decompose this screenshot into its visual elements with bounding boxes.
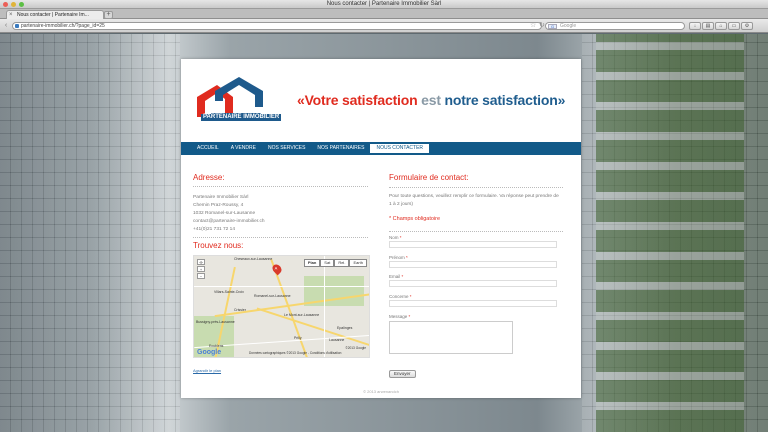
label-message: Message * [389, 314, 411, 319]
slogan-part-1: «Votre satisfaction [297, 92, 418, 108]
divider [193, 237, 368, 238]
tab-active[interactable]: × Nous contacter | Partenaire Im... [6, 10, 104, 19]
map-place-label: Villars-Sainte-Croix [214, 290, 244, 294]
nav-item-nos-partenaires[interactable]: NOS PARTENAIRES [311, 144, 370, 153]
nav-item-nos-services[interactable]: NOS SERVICES [262, 144, 311, 153]
window-title: Nous contacter | Partenaire Immobilier S… [326, 1, 442, 7]
enlarge-map-link[interactable]: Agrandir le plan [193, 368, 221, 373]
search-input[interactable]: G Google [545, 22, 685, 30]
divider [389, 187, 563, 188]
address-line: Chemin Praz-Roussy, 4 [193, 203, 244, 208]
window-titlebar: Nous contacter | Partenaire Immobilier S… [0, 0, 768, 9]
divider [193, 186, 368, 187]
map-copyright: ©2013 Google [345, 346, 366, 350]
nav-item-a-vendre[interactable]: A VENDRE [225, 144, 262, 153]
favicon-icon [15, 24, 19, 28]
window-controls [3, 2, 24, 7]
map-place-label: Bussigny-près-Lausanne [196, 320, 235, 324]
zoom-window-button[interactable] [19, 2, 24, 7]
google-logo[interactable]: Google [197, 349, 221, 356]
minimize-window-button[interactable] [11, 2, 16, 7]
settings-gear-icon[interactable]: ⚙ [741, 22, 753, 30]
map-type-switcher: Plan Sat Rel. Earth [303, 259, 367, 267]
address-line: 1032 Romanel-sur-Lausanne [193, 211, 256, 216]
slogan-part-3: notre satisfaction» [444, 92, 566, 108]
map-type-earth[interactable]: Earth [349, 259, 367, 267]
label-email: Email * [389, 274, 404, 279]
search-engine-icon[interactable]: G [548, 24, 557, 29]
address-line: Partenaire Immobilier Sàrl [193, 195, 249, 200]
zoom-in-icon[interactable]: + [197, 266, 205, 272]
zoom-out-icon[interactable]: − [197, 273, 205, 279]
reload-icon[interactable]: ↻ [539, 22, 545, 29]
map-place-label: Crissier [234, 308, 246, 312]
concerne-input[interactable] [389, 300, 557, 307]
nom-input[interactable] [389, 241, 557, 248]
slogan: «Votre satisfaction est notre satisfacti… [297, 92, 565, 108]
prenom-input[interactable] [389, 261, 557, 268]
address-block: Partenaire Immobilier Sàrl Chemin Praz-R… [193, 194, 265, 234]
map-attribution[interactable]: Données cartographiques ©2013 Google - C… [249, 351, 341, 355]
map-place-label: Le Mont-sur-Lausanne [284, 313, 320, 317]
close-tab-icon[interactable]: × [9, 11, 13, 19]
bookmark-star-icon[interactable]: ☆ [530, 22, 536, 29]
submit-button[interactable]: Envoyer [389, 370, 416, 378]
page-container: PARTENAIRE IMMOBILIER «Votre satisfactio… [181, 59, 581, 398]
nav-item-accueil[interactable]: ACCUEIL [191, 144, 225, 153]
map-type-sat[interactable]: Sat [320, 259, 335, 267]
label-prenom: Prénom * [389, 255, 408, 260]
background-building-left [0, 34, 180, 432]
back-arrow-icon[interactable]: ‹ [2, 22, 10, 30]
map-heading: Trouvez nous: [193, 241, 244, 250]
address-email[interactable]: contact@partenaire-immobilier.ch [193, 218, 265, 226]
close-window-button[interactable] [3, 2, 8, 7]
main-nav: ACCUEIL A VENDRE NOS SERVICES NOS PARTEN… [181, 142, 581, 155]
map-marker-icon[interactable]: A [270, 262, 284, 276]
address-phone: +41(0)21 731 72 14 [193, 227, 236, 232]
background-plants [596, 34, 744, 432]
tab-bar: × Nous contacter | Partenaire Im... + [0, 9, 768, 19]
map-place-label: Lausanne [329, 338, 345, 342]
map-place-label: Epalinges [337, 326, 353, 330]
page-menu-icon[interactable]: ▭ [728, 22, 740, 30]
address-url: partenaire-immobilier.ch/?page_id=25 [21, 23, 105, 29]
toolbar-buttons: ↓ ▤ ⌂ ▭ ⚙ [689, 22, 753, 30]
map-place-label: Romanel-sur-Lausanne [254, 294, 291, 298]
map-type-rel[interactable]: Rel. [334, 259, 350, 267]
logo-text: PARTENAIRE IMMOBILIER [201, 114, 282, 121]
map-place-label: Ecublens [209, 344, 224, 348]
browser-toolbar: ‹ partenaire-immobilier.ch/?page_id=25 ☆… [0, 19, 768, 33]
reader-icon[interactable]: ▤ [702, 22, 714, 30]
tab-label: Nous contacter | Partenaire Im... [17, 12, 89, 18]
map-zoom-controls: ✣ + − [197, 259, 206, 280]
form-intro: Pour toute questions, veuillez remplir c… [389, 194, 559, 207]
address-heading: Adresse: [193, 173, 225, 182]
search-placeholder: Google [560, 23, 577, 29]
email-input[interactable] [389, 280, 557, 287]
message-textarea[interactable] [389, 321, 513, 354]
divider [389, 231, 563, 232]
map-place-label: Cheseaux-sur-Lausanne [234, 257, 273, 261]
form-heading: Formulaire de contact: [389, 173, 469, 182]
nav-item-nous-contacter[interactable]: NOUS CONTACTER [370, 144, 430, 153]
required-note: * Champs obligatoire [389, 216, 441, 222]
google-map[interactable]: ✣ + − Plan Sat Rel. Earth A Cheseaux-sur… [193, 255, 370, 358]
label-concerne: Concerne * [389, 294, 412, 299]
slogan-part-2: est [421, 92, 441, 108]
map-place-label: Prilly [294, 336, 302, 340]
address-bar[interactable]: partenaire-immobilier.ch/?page_id=25 ☆ ↻ [12, 22, 545, 30]
pan-icon[interactable]: ✣ [197, 259, 205, 265]
new-tab-button[interactable]: + [104, 11, 113, 19]
home-icon[interactable]: ⌂ [715, 22, 727, 30]
footer-copyright: © 2013 arwenandch [363, 389, 399, 394]
downloads-icon[interactable]: ↓ [689, 22, 701, 30]
map-type-plan[interactable]: Plan [303, 259, 321, 267]
label-nom: Nom * [389, 235, 402, 240]
